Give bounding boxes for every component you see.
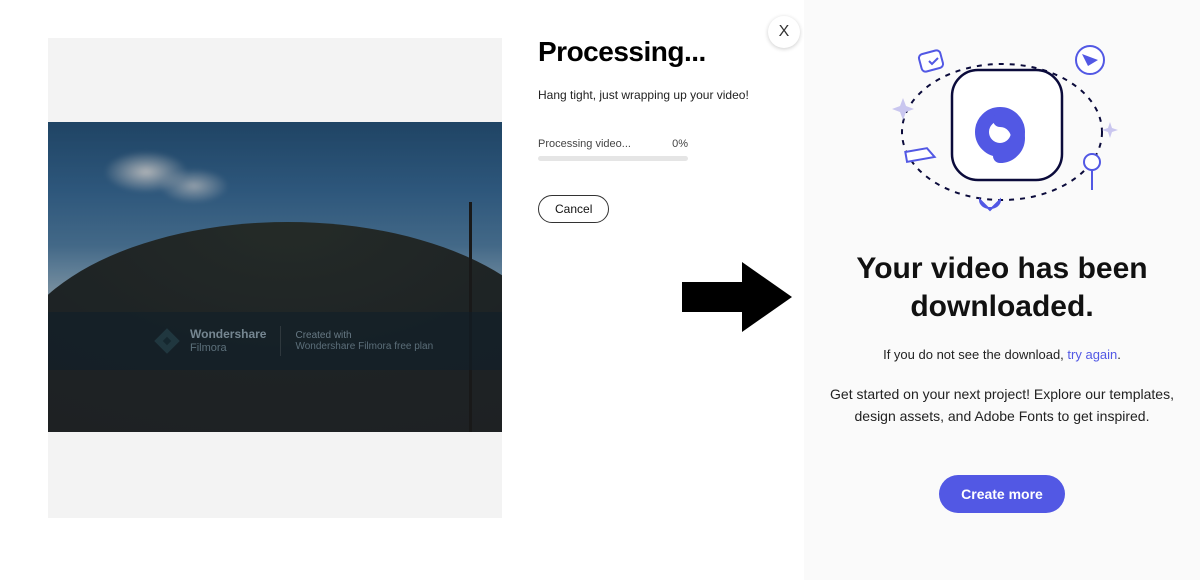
video-thumbnail: Wondershare Filmora Created with Wonders… [48, 122, 502, 432]
try-again-link[interactable]: try again [1067, 347, 1117, 362]
download-body-text: Get started on your next project! Explor… [830, 384, 1174, 427]
watermark-brand-block: Wondershare Filmora [190, 328, 266, 353]
progress-status-text: Processing video... [538, 138, 631, 150]
close-icon: X [779, 23, 790, 41]
watermark-plan-block: Created with Wondershare Filmora free pl… [295, 330, 433, 352]
download-hint: If you do not see the download, try agai… [830, 347, 1174, 362]
close-button[interactable]: X [768, 16, 800, 48]
processing-subtitle: Hang tight, just wrapping up your video! [538, 88, 788, 102]
download-hint-suffix: . [1117, 347, 1121, 362]
download-complete-panel: Your video has been downloaded. If you d… [804, 0, 1200, 580]
processing-status-panel: Processing... Hang tight, just wrapping … [538, 36, 788, 223]
watermark-banner: Wondershare Filmora Created with Wonders… [48, 312, 502, 370]
progress-label-row: Processing video... 0% [538, 138, 688, 150]
download-complete-illustration [882, 32, 1122, 222]
wondershare-logo-icon [154, 328, 179, 353]
watermark-plan: Wondershare Filmora free plan [295, 341, 433, 352]
cancel-button[interactable]: Cancel [538, 195, 609, 223]
watermark-created-with: Created with [295, 330, 433, 341]
watermark-brand: Wondershare [190, 328, 266, 341]
video-preview-panel: Wondershare Filmora Created with Wonders… [48, 38, 502, 518]
download-complete-headline: Your video has been downloaded. [830, 250, 1174, 325]
download-hint-prefix: If you do not see the download, [883, 347, 1067, 362]
progress-percent: 0% [672, 138, 688, 150]
watermark-product: Filmora [190, 342, 266, 354]
transition-arrow-icon [682, 262, 792, 332]
create-more-button[interactable]: Create more [939, 475, 1065, 513]
processing-title: Processing... [538, 36, 788, 68]
progress-bar [538, 156, 688, 161]
watermark-divider [280, 326, 281, 356]
